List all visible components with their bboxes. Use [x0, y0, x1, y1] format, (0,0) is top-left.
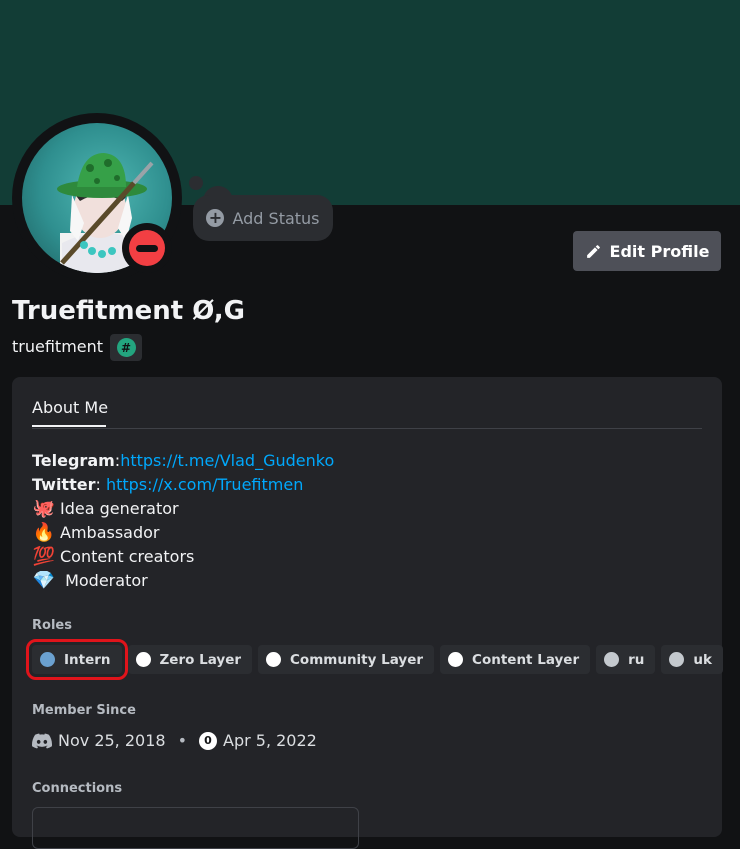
telegram-label: Telegram	[32, 451, 115, 471]
profile-card: About Me Telegram: https://t.me/Vlad_Gude…	[12, 377, 723, 849]
role-pill-content-layer[interactable]: Content Layer	[440, 645, 591, 674]
role-label: Intern	[64, 651, 111, 668]
bio-line-text: Idea generator	[60, 499, 179, 519]
bio-line: 💎 Moderator	[32, 569, 334, 593]
connection-item[interactable]	[32, 807, 359, 849]
edit-profile-label: Edit Profile	[609, 241, 710, 261]
bio-twitter-row: Twitter: https://x.com/Truefitmen	[32, 473, 334, 497]
edit-profile-button[interactable]: Edit Profile	[573, 231, 721, 271]
server-member-date: Apr 5, 2022	[223, 731, 317, 750]
twitter-separator: :	[95, 475, 106, 495]
twitter-label: Twitter	[32, 475, 96, 495]
role-label: Zero Layer	[159, 651, 242, 668]
tab-active-underline	[32, 425, 106, 427]
date-separator: •	[177, 731, 187, 750]
discord-logo-icon	[32, 733, 52, 748]
gem-emoji-icon: 💎	[32, 570, 56, 592]
role-label: Content Layer	[472, 651, 580, 668]
twitter-link[interactable]: https://x.com/Truefitmen	[106, 473, 303, 497]
bio-line: 🔥 Ambassador	[32, 521, 334, 545]
bio-line-text: Moderator	[60, 571, 148, 591]
username: truefitment	[12, 337, 104, 356]
role-label: uk	[693, 651, 712, 668]
do-not-disturb-icon[interactable]	[129, 230, 165, 266]
role-label: Community Layer	[290, 651, 424, 668]
role-pill-community-layer[interactable]: Community Layer	[258, 645, 435, 674]
tab-about-me[interactable]: About Me	[32, 398, 108, 417]
octopus-emoji-icon: 🐙	[32, 498, 56, 520]
bio-line: 💯 Content creators	[32, 545, 334, 569]
tab-divider	[32, 428, 702, 429]
display-name: Truefitment Ø,G	[12, 296, 246, 326]
about-me-bio: Telegram: https://t.me/Vlad_Gudenko Twitt…	[32, 449, 334, 593]
fire-emoji-icon: 🔥	[32, 522, 56, 544]
add-status-label: Add Status	[232, 208, 320, 228]
add-status-button[interactable]: + Add Status	[193, 195, 333, 241]
roles-heading: Roles	[32, 618, 72, 633]
bio-line-text: Content creators	[60, 547, 195, 567]
role-pill-uk[interactable]: uk	[661, 645, 723, 674]
discord-member-date: Nov 25, 2018	[58, 731, 166, 750]
member-since-row: Nov 25, 2018 • 0 Apr 5, 2022	[32, 731, 317, 750]
role-label: ru	[628, 651, 645, 668]
connections-heading: Connections	[32, 781, 123, 796]
role-color-dot	[266, 652, 282, 667]
member-since-heading: Member Since	[32, 703, 136, 718]
role-color-dot	[669, 652, 685, 667]
telegram-link[interactable]: https://t.me/Vlad_Gudenko	[120, 449, 334, 473]
hash-badge-icon[interactable]: #	[110, 334, 142, 361]
plus-circle-icon: +	[206, 209, 225, 227]
bio-line-text: Ambassador	[60, 523, 160, 543]
pencil-icon	[586, 244, 600, 258]
role-color-dot	[448, 652, 464, 667]
role-pill-zero-layer[interactable]: Zero Layer	[127, 645, 253, 674]
role-pill-intern[interactable]: Intern	[26, 639, 128, 680]
bio-line: 🐙 Idea generator	[32, 497, 334, 521]
bio-telegram-row: Telegram: https://t.me/Vlad_Gudenko	[32, 449, 334, 473]
role-color-dot	[135, 652, 151, 667]
role-color-dot	[40, 652, 55, 667]
role-pill-ru[interactable]: ru	[596, 645, 656, 674]
status-bubble-dot-small	[189, 176, 203, 190]
role-color-dot	[604, 652, 620, 667]
roles-list: Intern Zero Layer Community Layer Conten…	[26, 639, 723, 680]
hundred-emoji-icon: 💯	[32, 546, 56, 568]
server-icon: 0	[199, 731, 217, 750]
